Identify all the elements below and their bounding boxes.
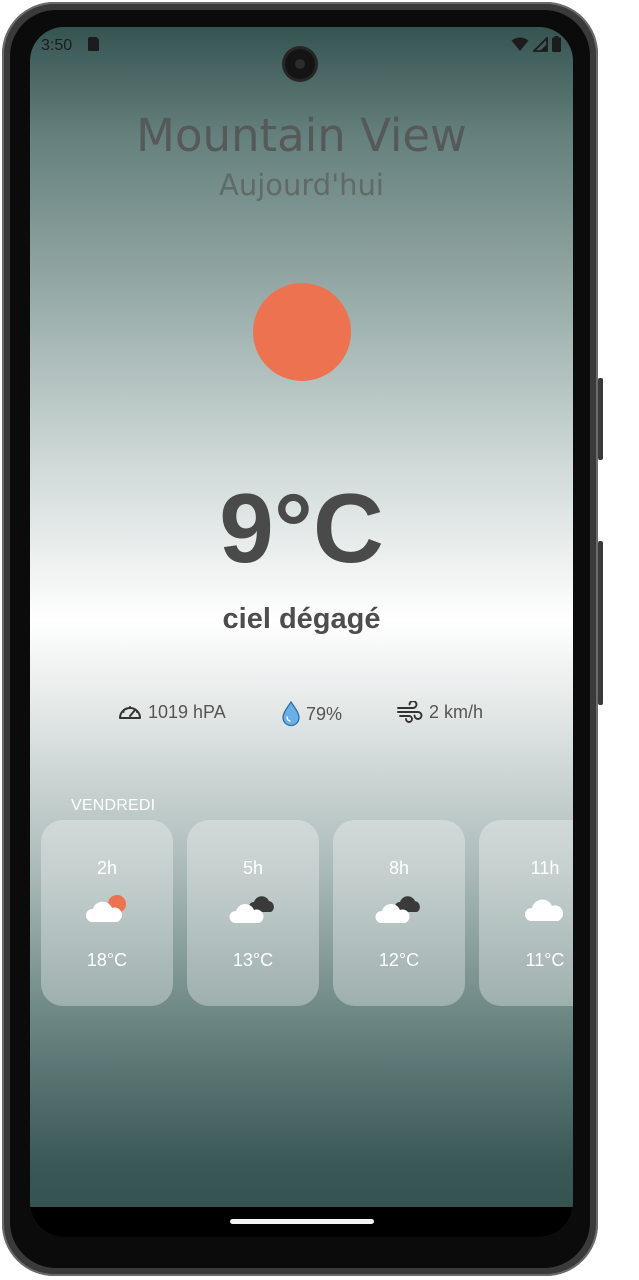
forecast-hour: 8h xyxy=(388,858,410,878)
wind-icon xyxy=(397,701,423,723)
weather-condition: ciel dégagé xyxy=(222,603,381,635)
cloud-sun-icon xyxy=(85,895,126,922)
power-button xyxy=(598,541,603,705)
forecast-temperature: 11°C xyxy=(525,950,565,970)
cloud-icon xyxy=(524,899,564,921)
humidity-detail: 79% xyxy=(281,701,342,727)
pressure-value: 1019 hPA xyxy=(148,701,226,722)
date-label: Aujourd'hui xyxy=(218,168,384,202)
cloudy-icon xyxy=(375,896,420,923)
forecast-hour: 5h xyxy=(242,858,264,878)
app-screen: 3:50 Mountain View Aujourd'hui 9°C ciel … xyxy=(30,27,573,1237)
front-camera xyxy=(285,49,315,79)
navigation-bar xyxy=(30,1207,573,1237)
volume-button xyxy=(598,378,603,460)
gauge-icon xyxy=(119,706,141,719)
forecast-card[interactable]: 8h 12°C xyxy=(333,820,465,1006)
forecast-temperature: 18°C xyxy=(86,950,128,970)
cloudy-icon xyxy=(229,896,274,923)
battery-icon xyxy=(552,36,561,52)
city-name: Mountain View xyxy=(136,109,467,162)
forecast-temperature: 12°C xyxy=(378,950,420,970)
hourly-forecast-list[interactable]: 2h 18°C 5h 13°C 8h 12°C 11h 11°C xyxy=(30,820,573,1010)
wind-detail: 2 km/h xyxy=(396,701,483,723)
sun-icon xyxy=(253,283,351,381)
humidity-value: 79% xyxy=(306,703,343,724)
wind-value: 2 km/h xyxy=(429,701,484,722)
wifi-icon xyxy=(511,37,529,51)
home-gesture-handle[interactable] xyxy=(230,1219,374,1224)
signal-icon xyxy=(533,36,548,52)
forecast-card[interactable]: 2h 18°C xyxy=(41,820,173,1006)
status-time: 3:50 xyxy=(41,37,73,54)
pressure-detail: 1019 hPA xyxy=(117,701,226,723)
forecast-card[interactable]: 11h 11°C xyxy=(479,820,573,1006)
current-temperature: 9°C xyxy=(219,473,384,583)
forecast-card[interactable]: 5h 13°C xyxy=(187,820,319,1006)
status-icons xyxy=(511,36,561,52)
forecast-hour: 2h xyxy=(96,858,118,878)
forecast-day-label: VENDREDI xyxy=(71,797,156,814)
forecast-hour: 11h xyxy=(530,858,560,878)
sd-card-icon xyxy=(88,37,99,51)
weather-details: 1019 hPA 79% 2 km/h xyxy=(30,701,573,731)
water-drop-icon xyxy=(282,701,300,727)
forecast-temperature: 13°C xyxy=(232,950,274,970)
